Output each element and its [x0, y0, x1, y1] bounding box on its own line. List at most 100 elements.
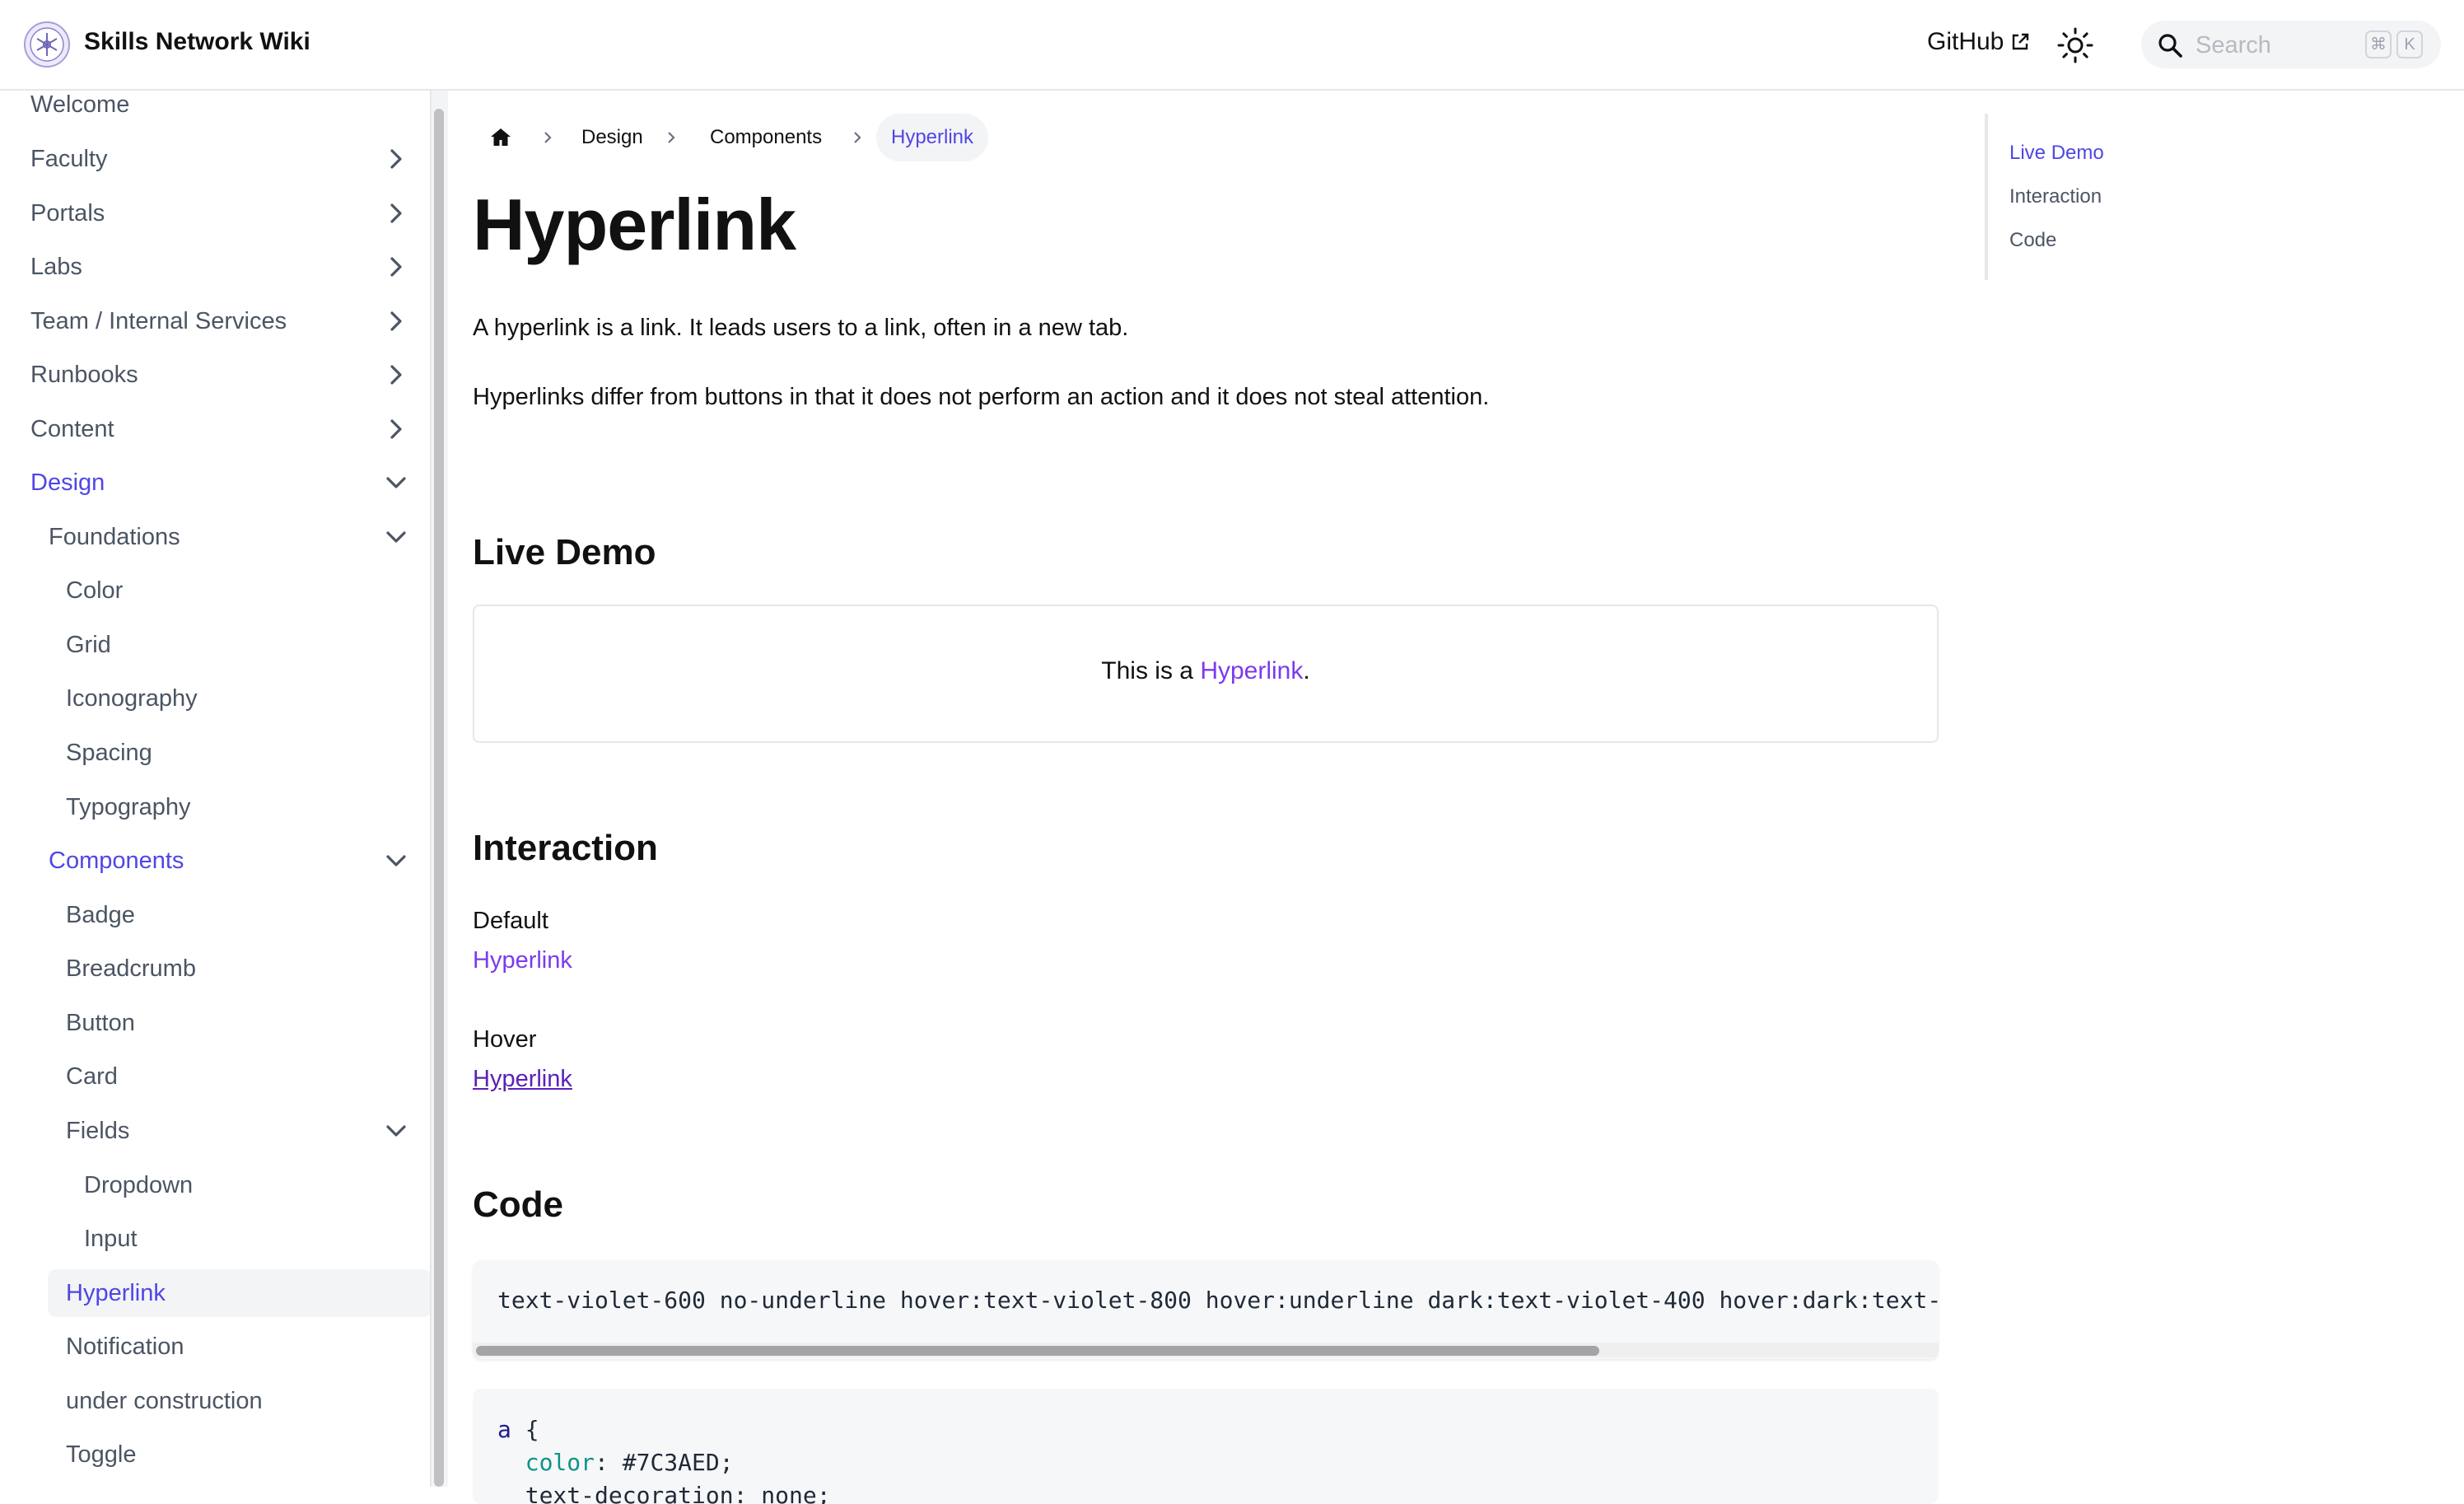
demo-prefix: This is a — [1101, 657, 1201, 684]
sidebar-item-label: Spacing — [66, 740, 152, 766]
sidebar-item-label: Input — [84, 1226, 138, 1252]
sidebar-item-runbooks[interactable]: Runbooks — [0, 351, 432, 399]
top-bar: Skills Network Wiki GitHub ⌘ K — [0, 0, 2464, 91]
code-block-css[interactable]: a { color: #7C3AED; text-decoration: non… — [473, 1389, 1939, 1504]
chevron-right-icon[interactable] — [384, 147, 408, 171]
sidebar-item-portals[interactable]: Portals — [0, 189, 432, 237]
github-link-label: GitHub — [1927, 28, 2004, 55]
chevron-right-icon[interactable] — [384, 255, 408, 279]
search-input[interactable] — [2194, 29, 2354, 62]
code-classes: text-violet-600 no-underline hover:text-… — [497, 1287, 1939, 1314]
search-box[interactable]: ⌘ K — [2141, 21, 2441, 68]
sidebar-item-labs[interactable]: Labs — [0, 243, 432, 291]
chevron-right-icon — [668, 132, 675, 143]
toc-item-interaction[interactable]: Interaction — [2009, 185, 2102, 208]
sidebar-item-hyperlink[interactable]: Hyperlink — [0, 1269, 432, 1317]
sidebar-item-label: Card — [66, 1063, 118, 1090]
chevron-down-icon[interactable] — [384, 848, 408, 873]
sidebar-item-color[interactable]: Color — [0, 567, 432, 614]
chevron-right-icon[interactable] — [384, 417, 408, 441]
heading-interaction: Interaction — [473, 828, 658, 868]
search-icon — [2158, 34, 2182, 58]
demo-sentence: This is a Hyperlink. — [474, 657, 1937, 685]
chevron-down-icon[interactable] — [384, 1119, 408, 1143]
demo-suffix: . — [1303, 657, 1310, 684]
sidebar-item-toggle[interactable]: Toggle — [0, 1431, 432, 1478]
hover-label: Hover — [473, 1026, 537, 1053]
sidebar-item-card[interactable]: Card — [0, 1053, 432, 1100]
sidebar-item-foundations[interactable]: Foundations — [0, 513, 432, 561]
default-hyperlink[interactable]: Hyperlink — [473, 947, 572, 974]
sidebar-item-label: Content — [30, 416, 114, 442]
sidebar-item-notification[interactable]: Notification — [0, 1323, 432, 1371]
sidebar-item-design[interactable]: Design — [0, 459, 432, 507]
css-open-brace: { — [511, 1416, 539, 1443]
chevron-right-icon[interactable] — [384, 201, 408, 226]
chevron-right-icon — [854, 132, 861, 143]
sidebar-item-team-internal-services[interactable]: Team / Internal Services — [0, 297, 432, 345]
sidebar-item-label: Design — [30, 469, 105, 496]
sidebar-item-label: Runbooks — [30, 362, 138, 388]
sidebar-item-breadcrumb[interactable]: Breadcrumb — [0, 945, 432, 993]
sidebar-item-typography[interactable]: Typography — [0, 783, 432, 831]
chevron-right-icon[interactable] — [384, 362, 408, 387]
heading-live-demo: Live Demo — [473, 532, 656, 572]
breadcrumb-design[interactable]: Design — [581, 114, 643, 161]
sidebar-item-label: Portals — [30, 200, 105, 227]
hover-hyperlink[interactable]: Hyperlink — [473, 1066, 572, 1092]
default-label: Default — [473, 908, 548, 934]
chevron-down-icon[interactable] — [384, 470, 408, 495]
code-css: a { color: #7C3AED; text-decoration: non… — [497, 1413, 831, 1504]
live-demo-box: This is a Hyperlink. — [473, 605, 1939, 743]
sidebar-item-button[interactable]: Button — [0, 999, 432, 1047]
toc-item-code[interactable]: Code — [2009, 229, 2056, 252]
sidebar-item-content[interactable]: Content — [0, 405, 432, 453]
sidebar-item-under-construction[interactable]: under construction — [0, 1377, 432, 1425]
sidebar-item-label: Foundations — [49, 524, 180, 550]
toc-rail — [1985, 114, 1988, 280]
sidebar-item-fields[interactable]: Fields — [0, 1107, 432, 1155]
intro-paragraph: A hyperlink is a link. It leads users to… — [473, 315, 1129, 341]
sidebar-item-faculty[interactable]: Faculty — [0, 135, 432, 183]
sidebar-item-label: Button — [66, 1010, 135, 1036]
sidebar-item-input[interactable]: Input — [0, 1215, 432, 1263]
code-block-classes[interactable]: text-violet-600 no-underline hover:text-… — [473, 1260, 1939, 1359]
sidebar-item-components[interactable]: Components — [0, 837, 432, 885]
sidebar-item-badge[interactable]: Badge — [0, 891, 432, 939]
sidebar-scrollbar-thumb[interactable] — [434, 109, 444, 1487]
page-title: Hyperlink — [473, 184, 796, 265]
sidebar-item-label: Toggle — [66, 1441, 137, 1468]
site-title[interactable]: Skills Network Wiki — [84, 28, 310, 56]
chevron-down-icon[interactable] — [384, 525, 408, 549]
sidebar-item-dropdown[interactable]: Dropdown — [0, 1161, 432, 1209]
css-selector: a — [497, 1416, 511, 1443]
sidebar-item-label: Faculty — [30, 146, 108, 172]
sidebar-item-iconography[interactable]: Iconography — [0, 675, 432, 722]
github-link[interactable]: GitHub — [1927, 28, 2030, 56]
demo-hyperlink[interactable]: Hyperlink — [1200, 657, 1303, 684]
sidebar-item-label: Notification — [66, 1334, 184, 1360]
heading-code: Code — [473, 1184, 563, 1225]
sidebar-item-label: Color — [66, 577, 124, 604]
sidebar-item-label: Dropdown — [84, 1172, 194, 1198]
sidebar-item-label: Hyperlink — [66, 1280, 166, 1306]
breadcrumb-current-hyperlink: Hyperlink — [876, 114, 989, 161]
breadcrumb-components[interactable]: Components — [710, 114, 822, 161]
sidebar-item-label: Badge — [66, 902, 135, 928]
code-horizontal-scrollbar-thumb[interactable] — [476, 1346, 1599, 1356]
shortcut-key-cmd: ⌘ — [2365, 30, 2392, 58]
chevron-right-icon — [544, 132, 552, 143]
shortcut-key-k: K — [2396, 30, 2423, 58]
sidebar-item-grid[interactable]: Grid — [0, 621, 432, 669]
sidebar-item-welcome[interactable]: Welcome — [0, 91, 432, 128]
sidebar-item-label: Team / Internal Services — [30, 308, 287, 334]
sidebar-item-spacing[interactable]: Spacing — [0, 729, 432, 777]
toc-item-live-demo[interactable]: Live Demo — [2009, 142, 2104, 165]
sidebar-item-label: Typography — [66, 794, 191, 820]
sidebar-item-label: Iconography — [66, 685, 198, 712]
sidebar-item-label: Grid — [66, 632, 111, 658]
sun-icon[interactable] — [2056, 26, 2094, 64]
home-icon[interactable] — [489, 126, 512, 149]
skills-network-logo-icon[interactable] — [23, 21, 71, 68]
chevron-right-icon[interactable] — [384, 309, 408, 334]
